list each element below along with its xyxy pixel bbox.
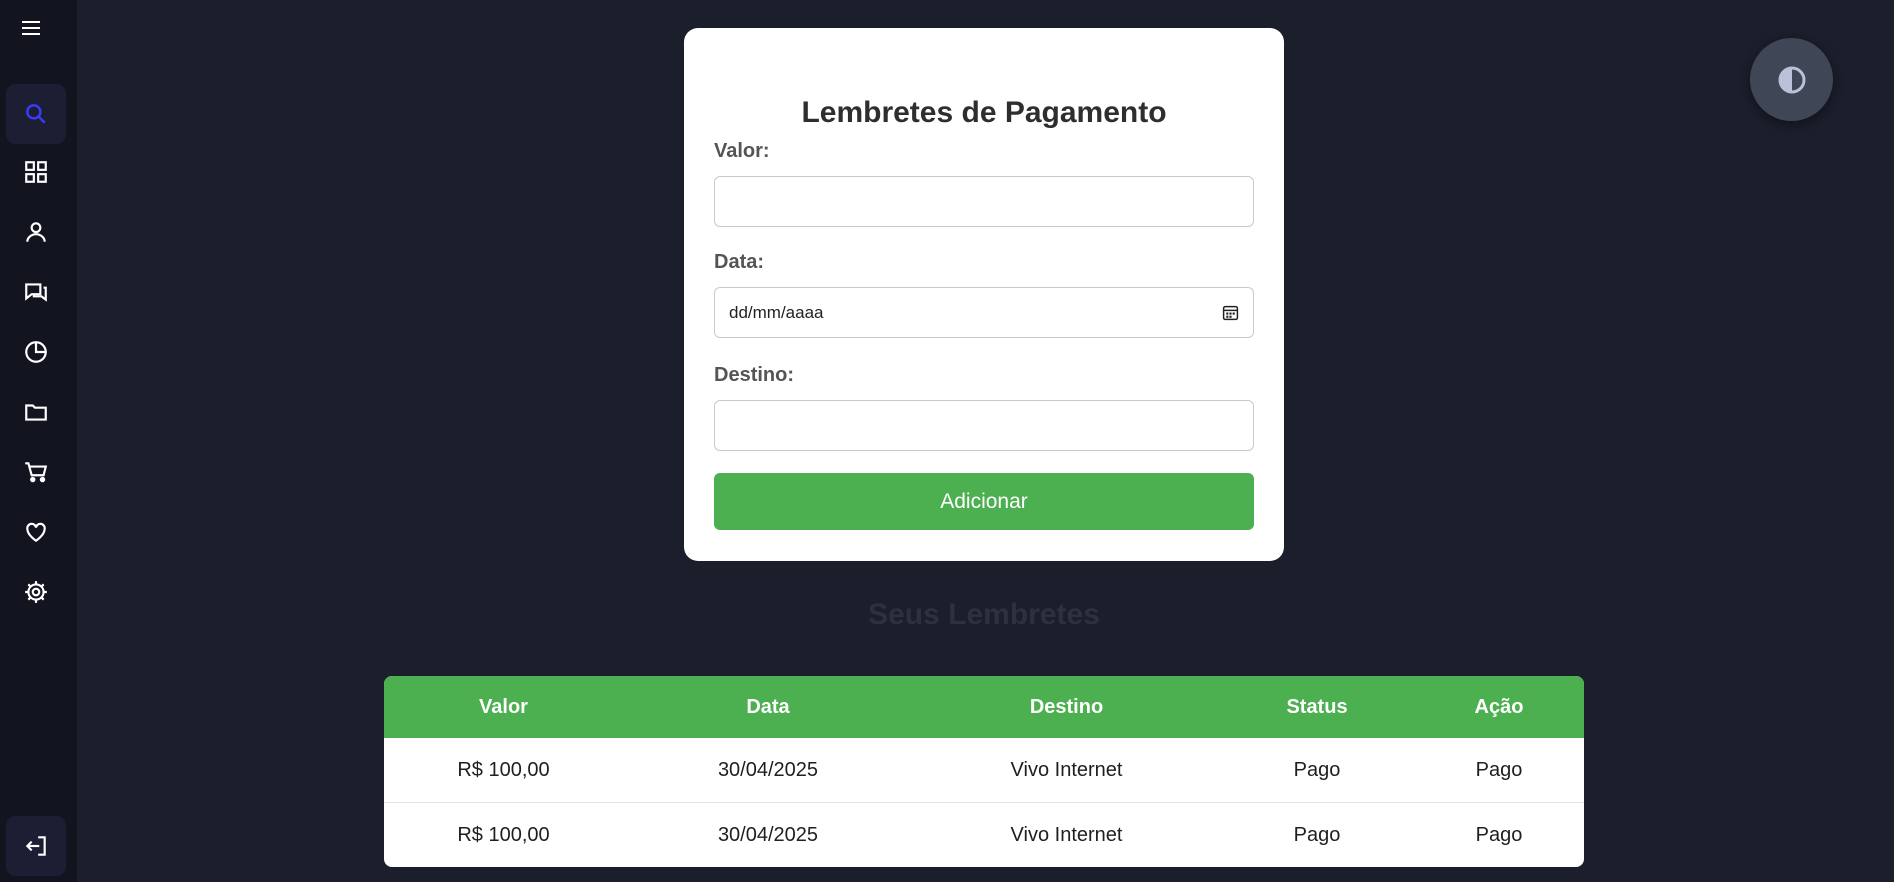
table-row: R$ 100,00 30/04/2025 Vivo Internet Pago … xyxy=(384,738,1584,802)
search-icon xyxy=(26,104,46,124)
sidebar-item-messages[interactable] xyxy=(6,262,66,322)
gear-icon xyxy=(25,581,47,603)
cell-valor: R$ 100,00 xyxy=(457,758,550,781)
destino-input[interactable] xyxy=(714,400,1254,451)
cell-status: Pago xyxy=(1293,823,1341,846)
cell-destino: Vivo Internet xyxy=(1010,823,1123,846)
cell-acao[interactable]: Pago xyxy=(1414,738,1584,802)
logout-icon xyxy=(25,836,46,856)
cell-valor: R$ 100,00 xyxy=(457,823,550,846)
pie-chart-icon xyxy=(25,341,47,363)
contrast-icon xyxy=(1778,66,1805,93)
theme-toggle-button[interactable] xyxy=(1750,38,1833,121)
cart-icon xyxy=(25,462,48,483)
date-placeholder: dd/mm/aaaa xyxy=(729,303,824,322)
sidebar-item-files[interactable] xyxy=(6,382,66,442)
cell-status: Pago xyxy=(1293,758,1341,781)
reminders-table: Valor Data Destino Status Ação R$ 100,00… xyxy=(384,676,1584,867)
table-header: Valor Data Destino Status Ação xyxy=(384,676,1584,738)
cell-acao[interactable]: Pago xyxy=(1414,803,1584,867)
cell-data: 30/04/2025 xyxy=(717,823,819,846)
dashboard-icon xyxy=(25,161,47,183)
heart-icon xyxy=(26,522,46,542)
sidebar-item-settings[interactable] xyxy=(6,562,66,622)
add-button[interactable]: Adicionar xyxy=(714,473,1254,530)
reminder-form-card: Lembretes de Pagamento Valor: Data: dd/m… xyxy=(684,28,1284,561)
table-row: R$ 100,00 30/04/2025 Vivo Internet Pago … xyxy=(384,802,1584,867)
sidebar-item-search[interactable] xyxy=(6,84,66,144)
column-header: Status xyxy=(1286,695,1348,718)
sidebar-item-cart[interactable] xyxy=(6,442,66,502)
menu-icon[interactable] xyxy=(18,16,44,40)
sidebar-item-reports[interactable] xyxy=(6,322,66,382)
sidebar-item-dashboard[interactable] xyxy=(6,142,66,202)
form-title: Lembretes de Pagamento xyxy=(801,96,1167,129)
column-header: Ação xyxy=(1474,695,1524,718)
sidebar-item-user[interactable] xyxy=(6,202,66,262)
destino-label: Destino: xyxy=(714,364,794,386)
folder-icon xyxy=(25,404,47,421)
valor-label: Valor: xyxy=(714,140,770,162)
cell-data: 30/04/2025 xyxy=(717,758,819,781)
table-body: R$ 100,00 30/04/2025 Vivo Internet Pago … xyxy=(384,738,1584,867)
calendar-icon[interactable] xyxy=(1222,304,1239,321)
data-label: Data: xyxy=(714,251,765,273)
data-input[interactable]: dd/mm/aaaa xyxy=(714,287,1254,338)
reminders-title: Seus Lembretes xyxy=(868,598,1100,631)
column-header: Destino xyxy=(1029,695,1104,718)
chat-icon xyxy=(25,283,47,302)
cell-destino: Vivo Internet xyxy=(1010,758,1123,781)
sidebar-item-favorites[interactable] xyxy=(6,502,66,562)
sidebar xyxy=(0,0,77,882)
sidebar-item-logout[interactable] xyxy=(6,816,66,876)
valor-input[interactable] xyxy=(714,176,1254,227)
column-header: Valor xyxy=(479,695,528,718)
column-header: Data xyxy=(746,695,790,718)
user-icon xyxy=(26,222,46,242)
